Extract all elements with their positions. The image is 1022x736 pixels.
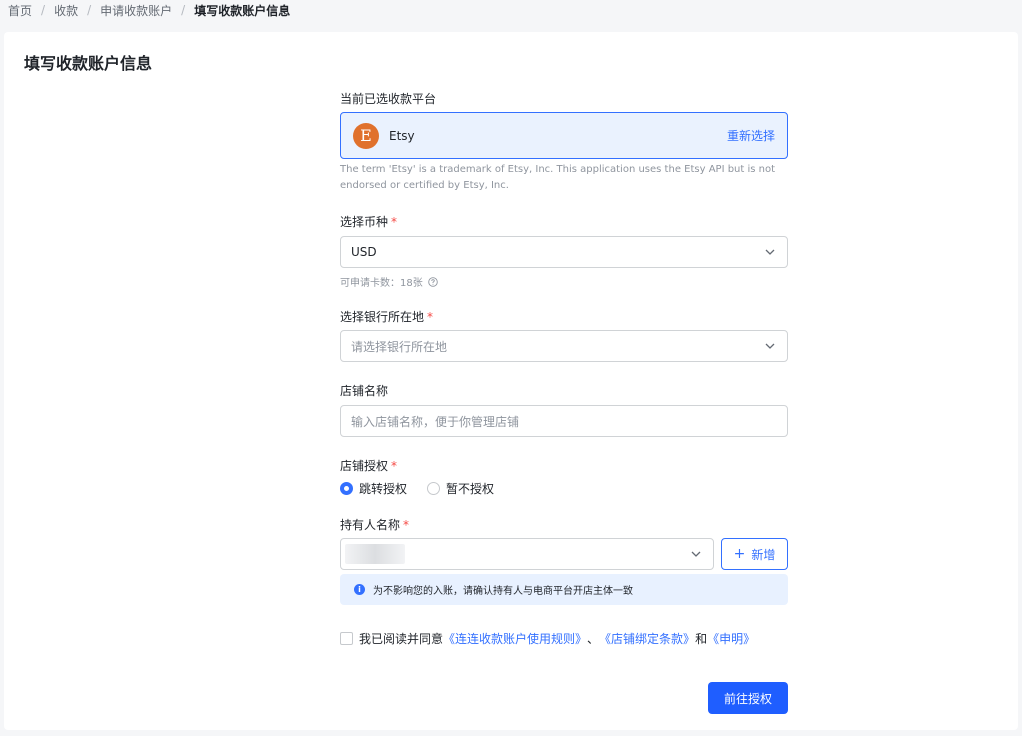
etsy-logo-icon: E <box>353 122 379 149</box>
currency-value: USD <box>351 245 377 259</box>
plus-icon: + <box>733 546 746 562</box>
card-quota-helper: 可申请卡数：18张 <box>340 274 438 289</box>
selected-platform-card: E Etsy 重新选择 <box>340 112 788 159</box>
breadcrumb-separator: / <box>87 3 92 17</box>
store-auth-radio-group: 跳转授权 暂不授权 <box>340 480 514 497</box>
currency-select[interactable]: USD <box>340 236 788 268</box>
question-circle-icon[interactable] <box>427 276 438 287</box>
store-name-placeholder: 输入店铺名称，便于你管理店铺 <box>351 414 520 429</box>
page-title: 填写收款账户信息 <box>24 54 153 73</box>
holder-info-alert: i 为不影响您的入账，请确认持有人与电商平台开店主体一致 <box>340 574 788 605</box>
radio-redirect-auth[interactable]: 跳转授权 <box>340 480 407 497</box>
radio-skip-auth[interactable]: 暂不授权 <box>427 480 494 497</box>
platform-label: 当前已选收款平台 <box>340 92 437 106</box>
chevron-down-icon <box>765 343 775 349</box>
chevron-down-icon <box>765 249 775 255</box>
store-auth-label: 店铺授权 * <box>340 459 398 473</box>
bank-location-select[interactable]: 请选择银行所在地 <box>340 330 788 362</box>
store-name-input[interactable]: 输入店铺名称，便于你管理店铺 <box>340 405 788 437</box>
bank-location-label: 选择银行所在地 * <box>340 310 434 324</box>
declaration-link[interactable]: 《申明》 <box>707 630 755 647</box>
radio-checked-icon <box>340 482 353 495</box>
usage-rules-link[interactable]: 《连连收款账户使用规则》 <box>443 630 587 647</box>
breadcrumb-apply-account[interactable]: 申请收款账户 <box>100 2 172 19</box>
trademark-note: The term 'Etsy' is a trademark of Etsy, … <box>340 164 776 191</box>
chevron-down-icon <box>691 551 701 557</box>
store-binding-terms-link[interactable]: 《店铺绑定条款》 <box>599 630 695 647</box>
breadcrumb-separator: / <box>181 3 186 17</box>
platform-name: Etsy <box>389 128 415 143</box>
store-name-label: 店铺名称 <box>340 384 389 398</box>
form-card: 填写收款账户信息 当前已选收款平台 E Etsy 重新选择 The term '… <box>4 32 1018 730</box>
go-authorize-button[interactable]: 前往授权 <box>708 682 788 714</box>
currency-label: 选择币种 * <box>340 215 398 229</box>
breadcrumb-separator: / <box>41 3 46 17</box>
holder-label: 持有人名称 * <box>340 518 410 532</box>
breadcrumb: 首页 / 收款 / 申请收款账户 / 填写收款账户信息 <box>8 0 290 20</box>
radio-unchecked-icon <box>427 482 441 495</box>
bank-location-placeholder: 请选择银行所在地 <box>351 339 448 354</box>
agreement-row: 我已阅读并同意 《连连收款账户使用规则》 、 《店铺绑定条款》 和 《申明》 <box>340 630 755 647</box>
reselect-platform-link[interactable]: 重新选择 <box>727 127 775 144</box>
info-icon: i <box>354 584 365 595</box>
breadcrumb-current: 填写收款账户信息 <box>194 3 291 18</box>
breadcrumb-home[interactable]: 首页 <box>8 2 32 19</box>
masked-holder-name <box>345 544 405 564</box>
add-holder-button[interactable]: + 新增 <box>721 538 788 570</box>
breadcrumb-collection[interactable]: 收款 <box>54 2 78 19</box>
holder-select[interactable] <box>340 538 714 570</box>
agreement-checkbox[interactable] <box>340 632 353 645</box>
